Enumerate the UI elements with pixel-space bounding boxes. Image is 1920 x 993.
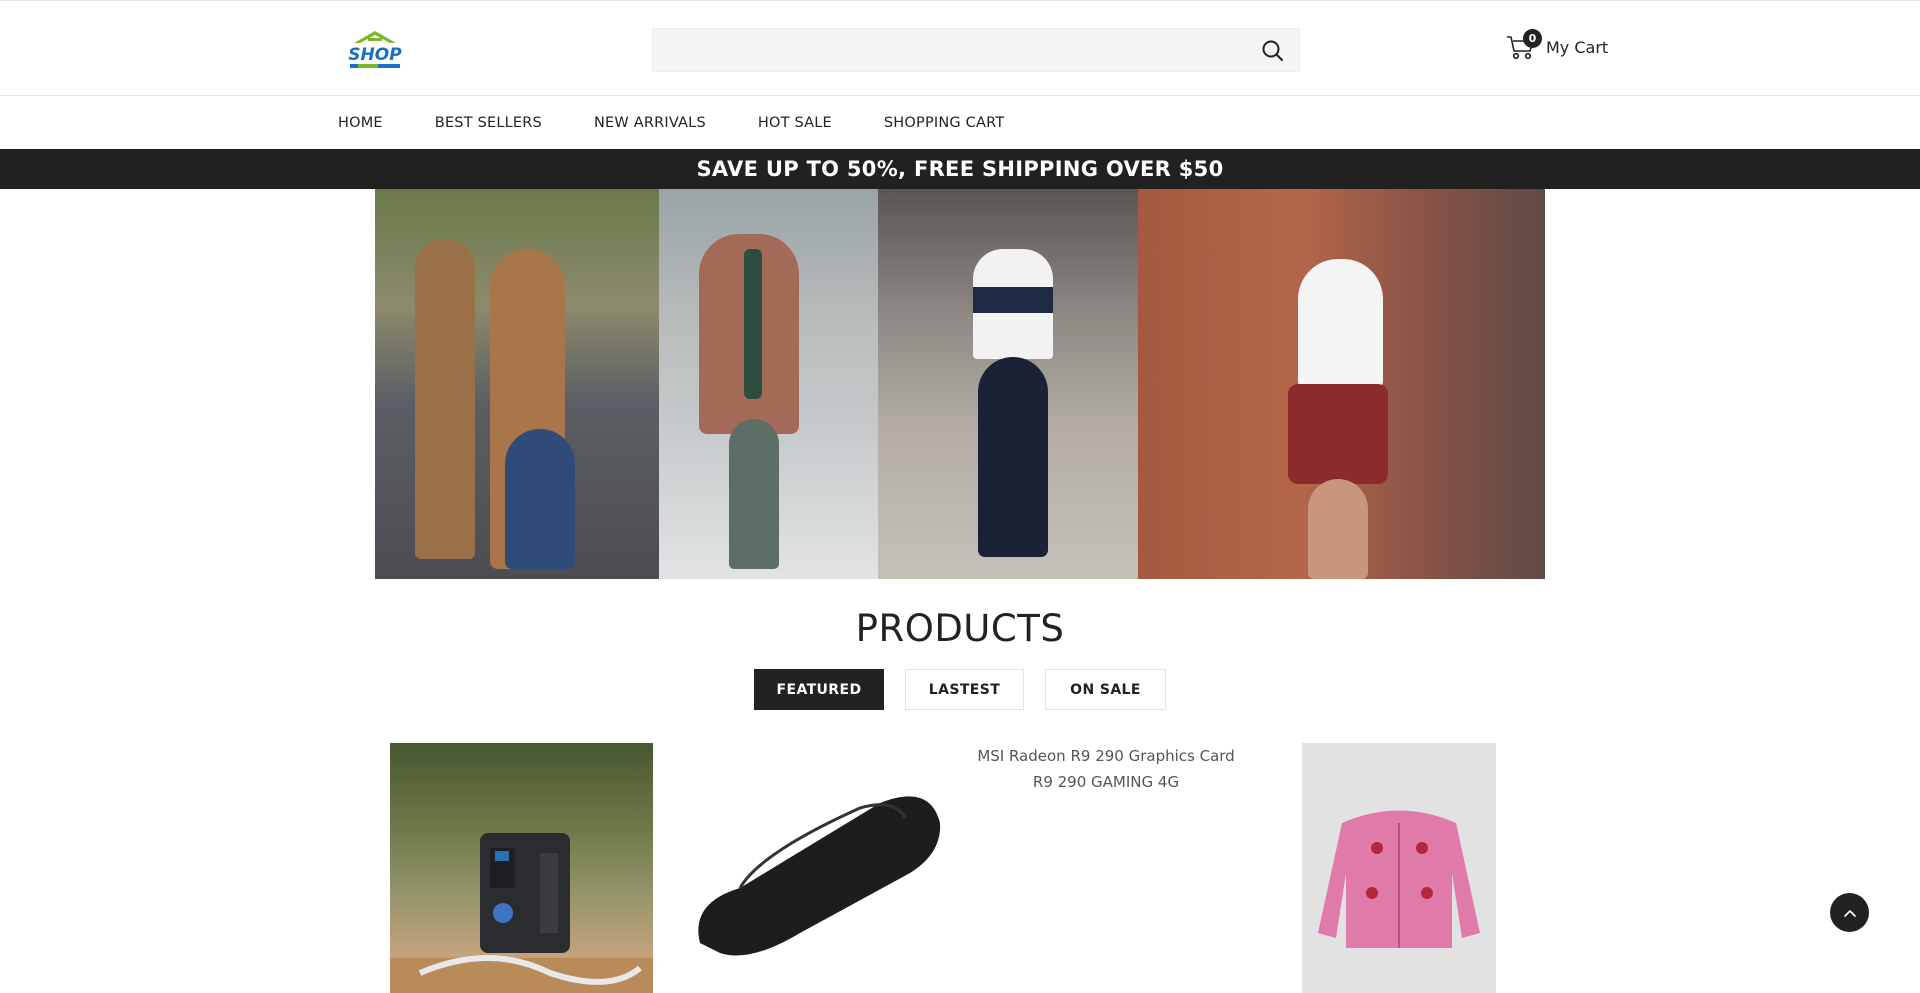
- hero-figure: [1288, 384, 1388, 484]
- cart-icon-wrap: 0: [1506, 29, 1542, 62]
- product-image: [390, 833, 653, 993]
- shop-logo[interactable]: SHOP: [348, 29, 402, 71]
- hero-figure: [973, 287, 1053, 313]
- tab-on-sale[interactable]: ON SALE: [1045, 669, 1166, 710]
- product-card-3[interactable]: MSI Radeon R9 290 Graphics Card R9 290 G…: [972, 743, 1240, 993]
- nav-item-home[interactable]: HOME: [338, 115, 383, 131]
- chevron-up-icon: [1843, 909, 1856, 917]
- cart-label: My Cart: [1546, 37, 1609, 57]
- broken-image-alt-text: MSI Radeon R9 290 Graphics Card R9 290 G…: [977, 747, 1235, 791]
- product-card-1[interactable]: [390, 743, 653, 993]
- tab-lastest[interactable]: LASTEST: [905, 669, 1024, 710]
- tab-featured[interactable]: FEATURED: [754, 669, 884, 710]
- nav-item-hot-sale[interactable]: HOT SALE: [758, 115, 832, 131]
- nav-item-best-sellers[interactable]: BEST SELLERS: [435, 115, 542, 131]
- product-image: [1318, 810, 1480, 948]
- site-header: SHOP 0 My Cart: [0, 0, 1920, 96]
- hero-figure: [415, 239, 475, 559]
- hero-image-4: [1138, 189, 1545, 579]
- hero-figure: [978, 357, 1048, 557]
- promo-banner: SAVE UP TO 50%, FREE SHIPPING OVER $50: [0, 149, 1920, 189]
- shop-logo-icon: SHOP: [348, 31, 402, 68]
- products-heading: PRODUCTS: [855, 607, 1065, 650]
- nav-item-new-arrivals[interactable]: NEW ARRIVALS: [594, 115, 706, 131]
- hero-figure: [1298, 259, 1383, 389]
- hero-figure: [744, 249, 762, 399]
- product-card-4[interactable]: [1302, 743, 1496, 993]
- search-button[interactable]: [1261, 39, 1285, 63]
- nav-item-shopping-cart[interactable]: SHOPPING CART: [884, 115, 1005, 131]
- search-input[interactable]: [653, 29, 1299, 71]
- hero-figure: [729, 419, 779, 569]
- main-nav: HOME BEST SELLERS NEW ARRIVALS HOT SALE …: [0, 96, 1920, 149]
- scroll-to-top-button[interactable]: [1830, 893, 1869, 932]
- search-bar: [652, 28, 1300, 72]
- hero-figure: [1308, 479, 1368, 579]
- search-icon: [1262, 40, 1283, 61]
- logo-text: SHOP: [348, 45, 402, 65]
- product-tabs: FEATURED LASTEST ON SALE: [754, 669, 1187, 710]
- hero-banner[interactable]: [375, 189, 1545, 579]
- hero-figure: [505, 429, 575, 569]
- promo-text: SAVE UP TO 50%, FREE SHIPPING OVER $50: [696, 157, 1224, 181]
- hero-image-3: [878, 189, 1138, 579]
- cart-count-badge: 0: [1523, 29, 1542, 48]
- product-card-2[interactable]: [680, 743, 947, 993]
- product-image: [698, 796, 941, 956]
- hero-image-2: [659, 189, 878, 579]
- cart-button[interactable]: 0 My Cart: [1506, 29, 1608, 65]
- hero-image-1: [375, 189, 659, 579]
